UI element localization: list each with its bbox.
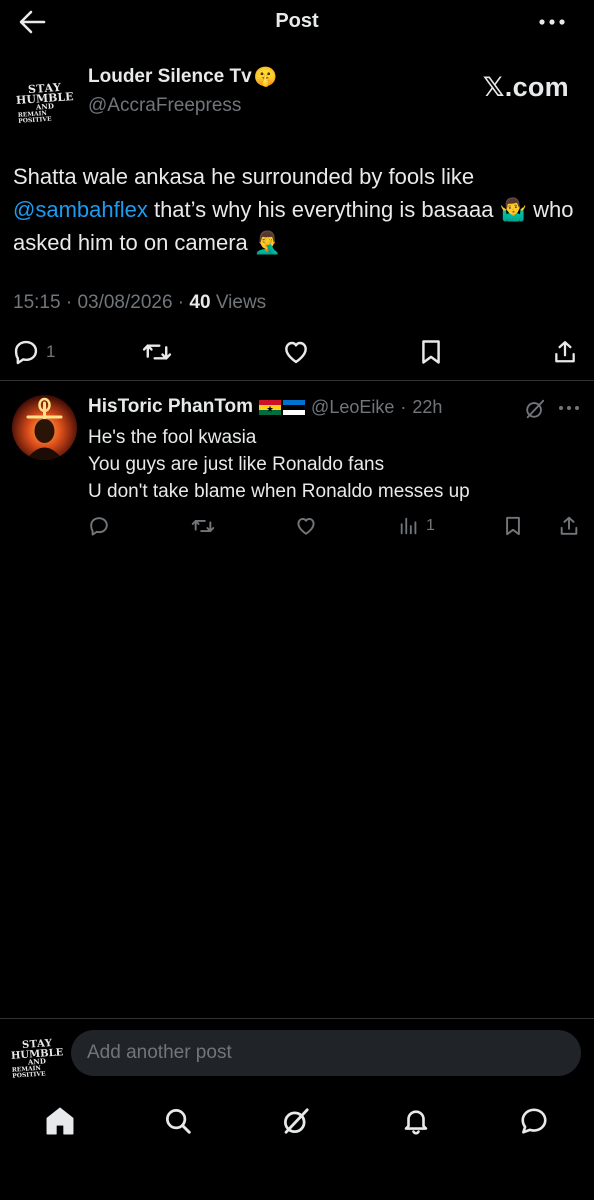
post-text-part: that’s why his everything is basaaa [147, 197, 500, 222]
more-horizontal-icon [559, 406, 579, 410]
reply-header: HisToric PhanTom @LeoEike · 22h [88, 396, 443, 418]
repost-button[interactable] [142, 338, 172, 366]
flag-emojis [259, 399, 306, 415]
heart-icon [285, 341, 307, 364]
analytics-icon [400, 517, 417, 535]
author-emoji: 🤫 [253, 66, 278, 88]
nav-notifications[interactable] [398, 1103, 434, 1139]
more-options-button[interactable] [538, 10, 566, 34]
like-button[interactable] [281, 338, 311, 366]
grok-button[interactable] [524, 398, 546, 420]
views-label[interactable]: Views [216, 292, 266, 313]
shrug-emoji: 🤷‍♂️ [499, 197, 528, 222]
bookmark-icon [422, 340, 440, 364]
author-name-row[interactable]: Louder Silence Tv 🤫 [88, 66, 277, 88]
reply-line: You guys are just like Ronaldo fans [88, 454, 385, 475]
home-icon [46, 1107, 74, 1135]
search-icon [166, 1109, 191, 1134]
share-button[interactable] [552, 338, 578, 366]
composer[interactable] [71, 1030, 581, 1076]
reply-author-name[interactable]: HisToric PhanTom [88, 396, 253, 418]
views-count[interactable]: 40 [189, 292, 210, 313]
composer-divider [0, 1018, 594, 1019]
facepalm-emoji: 🤦‍♂️ [253, 230, 282, 255]
notifications-icon [404, 1110, 428, 1135]
heart-icon [297, 517, 315, 535]
author-avatar[interactable]: STAY HUMBLE AND REMAIN POSITIVE [16, 76, 74, 130]
grok-icon [284, 1108, 309, 1134]
nav-grok[interactable] [278, 1103, 314, 1139]
author-handle[interactable]: @AccraFreepress [88, 95, 241, 117]
reply-avatar[interactable] [12, 395, 77, 460]
share-icon [560, 516, 578, 535]
reply-like-button[interactable] [294, 515, 318, 537]
page-title: Post [275, 10, 319, 32]
bookmark-icon [506, 516, 520, 536]
nav-search[interactable] [160, 1103, 196, 1139]
post-actions: 1 [0, 336, 594, 368]
reply-text: He's the fool kwasia You guys are just l… [88, 424, 470, 505]
post-date: 03/08/2026 [77, 292, 173, 313]
reply-bookmark-button[interactable] [503, 515, 523, 537]
nav-messages[interactable] [516, 1103, 552, 1139]
reply-line: He's the fool kwasia [88, 427, 257, 448]
reply-repost-button[interactable] [190, 515, 216, 537]
top-bar: Post [0, 0, 594, 44]
repost-icon [191, 519, 215, 533]
reply-icon [90, 517, 108, 536]
reply-views-button[interactable]: 1 [398, 515, 435, 537]
reply-reply-button[interactable] [88, 515, 110, 537]
reply-more-button[interactable] [558, 398, 580, 418]
repost-icon [142, 344, 172, 360]
composer-avatar[interactable]: STAY HUMBLE AND REMAIN POSITIVE [10, 1034, 63, 1084]
reply-button[interactable]: 1 [12, 338, 55, 366]
reply-count: 1 [46, 342, 56, 361]
share-icon [555, 341, 575, 363]
reply-actions: 1 [0, 515, 594, 541]
divider [0, 380, 594, 381]
reply-icon [14, 340, 38, 365]
bookmark-button[interactable] [418, 338, 444, 366]
author-name[interactable]: Louder Silence Tv [88, 66, 252, 88]
avatar-image [12, 395, 77, 460]
reply-time: 22h [412, 396, 443, 417]
reply-views-count: 1 [426, 517, 435, 534]
mention-link[interactable]: @sambahflex [13, 197, 148, 222]
grok-icon [526, 399, 545, 419]
ghana-flag-icon [259, 399, 282, 415]
add-post-input[interactable] [71, 1030, 581, 1076]
x-watermark: 𝕏.com [482, 72, 569, 102]
estonia-flag-icon [283, 399, 306, 415]
reply-author-handle[interactable]: @LeoEike [311, 397, 394, 418]
messages-icon [521, 1108, 547, 1134]
post-time: 15:15 [13, 292, 61, 313]
nav-home[interactable] [42, 1103, 78, 1139]
reply-share-button[interactable] [558, 515, 580, 537]
post-text: Shatta wale ankasa he surrounded by fool… [13, 160, 581, 259]
more-horizontal-icon [539, 19, 565, 25]
post-text-part: Shatta wale ankasa he surrounded by fool… [13, 164, 475, 189]
post-meta: 15:15 · 03/08/2026 · 40 Views [13, 292, 267, 313]
reply-line: U don't take blame when Ronaldo messes u… [88, 481, 470, 502]
